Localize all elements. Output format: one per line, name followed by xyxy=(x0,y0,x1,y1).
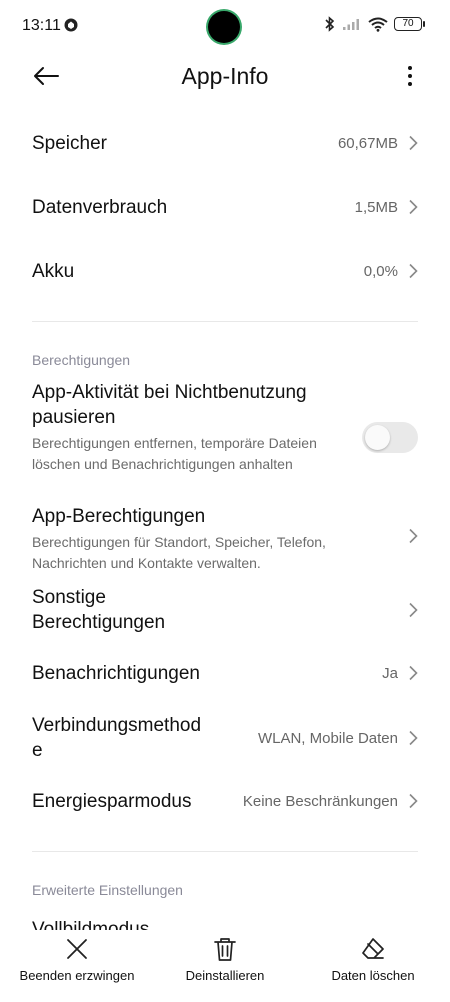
app-permissions-subtitle: Berechtigungen für Standort, Speicher, T… xyxy=(32,534,326,571)
bluetooth-icon xyxy=(325,16,335,32)
permissions-section-header: Berechtigungen xyxy=(32,352,131,368)
bottom-action-bar: Beenden erzwingen Deinstallieren Daten l… xyxy=(0,930,450,1002)
chevron-right-icon xyxy=(409,730,418,746)
battery-indicator: 70 xyxy=(394,17,425,31)
advanced-section-header: Erweiterte Einstellungen xyxy=(32,882,183,898)
battery-saver-row[interactable]: Energiesparmodus Keine Beschränkungen xyxy=(32,788,418,814)
battery-label: Akku xyxy=(32,260,75,282)
battery-saver-value: Keine Beschränkungen xyxy=(242,792,398,810)
pause-app-toggle[interactable] xyxy=(362,422,418,453)
divider xyxy=(32,321,418,322)
clear-data-label: Daten löschen xyxy=(331,968,415,983)
connection-method-label-line2: e xyxy=(32,740,43,761)
notifications-value: Ja xyxy=(382,664,398,682)
battery-saver-label: Energiesparmodus xyxy=(32,790,192,812)
connection-method-label: Verbindungsmethod e xyxy=(32,713,201,763)
connection-method-label-line1: Verbindungsmethod xyxy=(32,715,202,736)
pause-app-title: App-Aktivität bei Nichtbenutzung pausier… xyxy=(32,382,307,428)
pause-app-text: App-Aktivität bei Nichtbenutzung pausier… xyxy=(32,380,337,475)
chevron-right-icon xyxy=(409,263,418,279)
notifications-label: Benachrichtigungen xyxy=(32,662,200,684)
status-bar: 13:11 70 xyxy=(0,0,450,54)
chevron-right-icon xyxy=(409,793,418,809)
pause-app-activity-row[interactable]: App-Aktivität bei Nichtbenutzung pausier… xyxy=(32,380,418,498)
notifications-row[interactable]: Benachrichtigungen Ja xyxy=(32,660,418,686)
data-usage-label: Datenverbrauch xyxy=(32,196,168,218)
eraser-icon xyxy=(362,938,384,959)
status-icons: 70 xyxy=(324,16,425,32)
more-vertical-icon xyxy=(408,66,412,86)
other-permissions-row[interactable]: Sonstige Berechtigungen xyxy=(32,584,418,636)
wifi-icon xyxy=(368,17,388,32)
chevron-right-icon xyxy=(409,199,418,215)
chevron-right-icon xyxy=(409,665,418,681)
chevron-right-icon xyxy=(409,528,418,544)
connection-method-row[interactable]: Verbindungsmethod e WLAN, Mobile Daten xyxy=(32,712,418,764)
fullscreen-mode-label: Vollbildmodus xyxy=(32,918,150,931)
uninstall-button[interactable]: Deinstallieren xyxy=(150,936,300,983)
signal-icon xyxy=(343,19,359,30)
top-app-bar: App-Info xyxy=(0,54,450,98)
settings-list[interactable]: Speicher 60,67MB Datenverbrauch 1,5MB Ak… xyxy=(0,108,450,930)
uninstall-label: Deinstallieren xyxy=(185,968,265,983)
trash-icon xyxy=(214,938,236,961)
status-time: 13:11 xyxy=(22,17,61,34)
clear-data-button[interactable]: Daten löschen xyxy=(298,936,448,983)
data-usage-value: 1,5MB xyxy=(354,198,398,216)
more-options-button[interactable] xyxy=(398,60,422,92)
storage-label: Speicher xyxy=(32,132,107,154)
force-stop-button[interactable]: Beenden erzwingen xyxy=(2,936,152,983)
close-icon xyxy=(67,939,87,959)
toggle-knob xyxy=(365,425,390,450)
shield-icon xyxy=(64,18,78,32)
page-title: App-Info xyxy=(181,63,269,89)
app-permissions-row[interactable]: App-Berechtigungen Berechtigungen für St… xyxy=(32,504,418,571)
divider xyxy=(32,851,418,852)
battery-value: 0,0% xyxy=(363,262,398,280)
battery-row[interactable]: Akku 0,0% xyxy=(32,258,418,284)
pause-app-subtitle: Berechtigungen entfernen, temporäre Date… xyxy=(32,435,317,472)
data-usage-row[interactable]: Datenverbrauch 1,5MB xyxy=(32,194,418,220)
chevron-right-icon xyxy=(409,602,418,618)
app-permissions-title: App-Berechtigungen xyxy=(32,506,206,527)
storage-row[interactable]: Speicher 60,67MB xyxy=(32,130,418,156)
storage-value: 60,67MB xyxy=(337,134,398,152)
fullscreen-mode-row[interactable]: Vollbildmodus xyxy=(32,916,418,931)
connection-method-value: WLAN, Mobile Daten xyxy=(257,729,398,747)
other-permissions-label: Sonstige Berechtigungen xyxy=(32,587,166,633)
app-permissions-text: App-Berechtigungen Berechtigungen für St… xyxy=(32,504,372,574)
app-info-screen: 13:11 70 App-Info Speicher 60,67MB Daten… xyxy=(0,0,450,1002)
force-stop-label: Beenden erzwingen xyxy=(19,968,135,983)
chevron-right-icon xyxy=(409,135,418,151)
camera-cutout xyxy=(208,11,240,43)
